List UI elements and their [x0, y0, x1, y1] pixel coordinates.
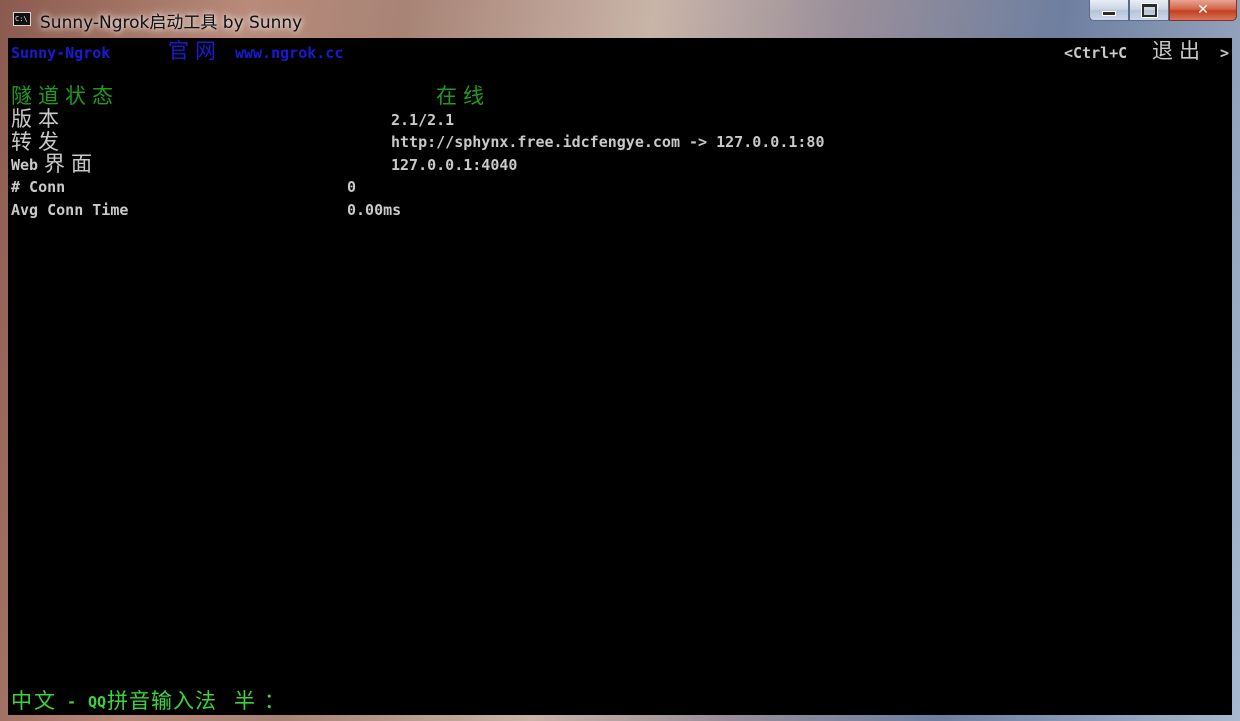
avg-conn-time-label: Avg Conn Time — [11, 201, 129, 219]
app-name: Sunny-Ngrok — [11, 44, 111, 62]
web-interface-label: 界面 — [44, 152, 98, 176]
tunnel-status-label: 隧道状态 — [11, 84, 119, 108]
version-value: 2.1/2.1 — [391, 111, 455, 129]
console-window: C:\ Sunny-Ngrok启动工具 by Sunny ✕ Sunny-Ngr… — [0, 0, 1240, 721]
console-app-icon: C:\ — [13, 12, 31, 26]
window-title: Sunny-Ngrok启动工具 by Sunny — [40, 13, 303, 33]
caption-buttons: ✕ — [1089, 0, 1237, 21]
site-label: 官网 — [168, 39, 222, 63]
web-interface-label-prefix: Web — [11, 156, 39, 174]
exit-hint-prefix: <Ctrl+C — [1064, 44, 1128, 62]
close-button[interactable]: ✕ — [1169, 0, 1237, 21]
title-bar[interactable]: C:\ Sunny-Ngrok启动工具 by Sunny ✕ — [0, 0, 1240, 38]
ime-half-width: 半 — [234, 689, 261, 713]
ime-qq: QQ — [88, 693, 107, 711]
exit-hint-suffix: > — [1220, 44, 1230, 62]
minimize-button[interactable] — [1089, 0, 1129, 21]
forwarding-value: http://sphynx.free.idcfengye.com -> 127.… — [391, 133, 825, 151]
minimize-icon — [1102, 11, 1116, 16]
tunnel-status-value: 在线 — [436, 84, 490, 108]
ime-colon: ： — [264, 689, 291, 713]
ime-name: 拼音输入法 — [107, 689, 217, 713]
web-interface-value: 127.0.0.1:4040 — [391, 156, 518, 174]
ime-separator: - — [58, 693, 86, 711]
avg-conn-time-value: 0.00ms — [347, 201, 402, 219]
site-url: www.ngrok.cc — [235, 44, 344, 62]
version-label: 版本 — [11, 107, 65, 131]
exit-hint-label: 退出 — [1152, 39, 1206, 63]
conn-count-label: # Conn — [11, 178, 66, 196]
close-icon: ✕ — [1197, 2, 1209, 18]
console-output[interactable]: Sunny-Ngrok 官网 www.ngrok.cc <Ctrl+C 退出 >… — [8, 38, 1232, 715]
maximize-button[interactable] — [1129, 0, 1169, 21]
conn-count-value: 0 — [347, 178, 357, 196]
ime-language: 中文 — [11, 689, 57, 713]
forwarding-label: 转发 — [11, 130, 65, 154]
maximize-icon — [1141, 3, 1157, 17]
